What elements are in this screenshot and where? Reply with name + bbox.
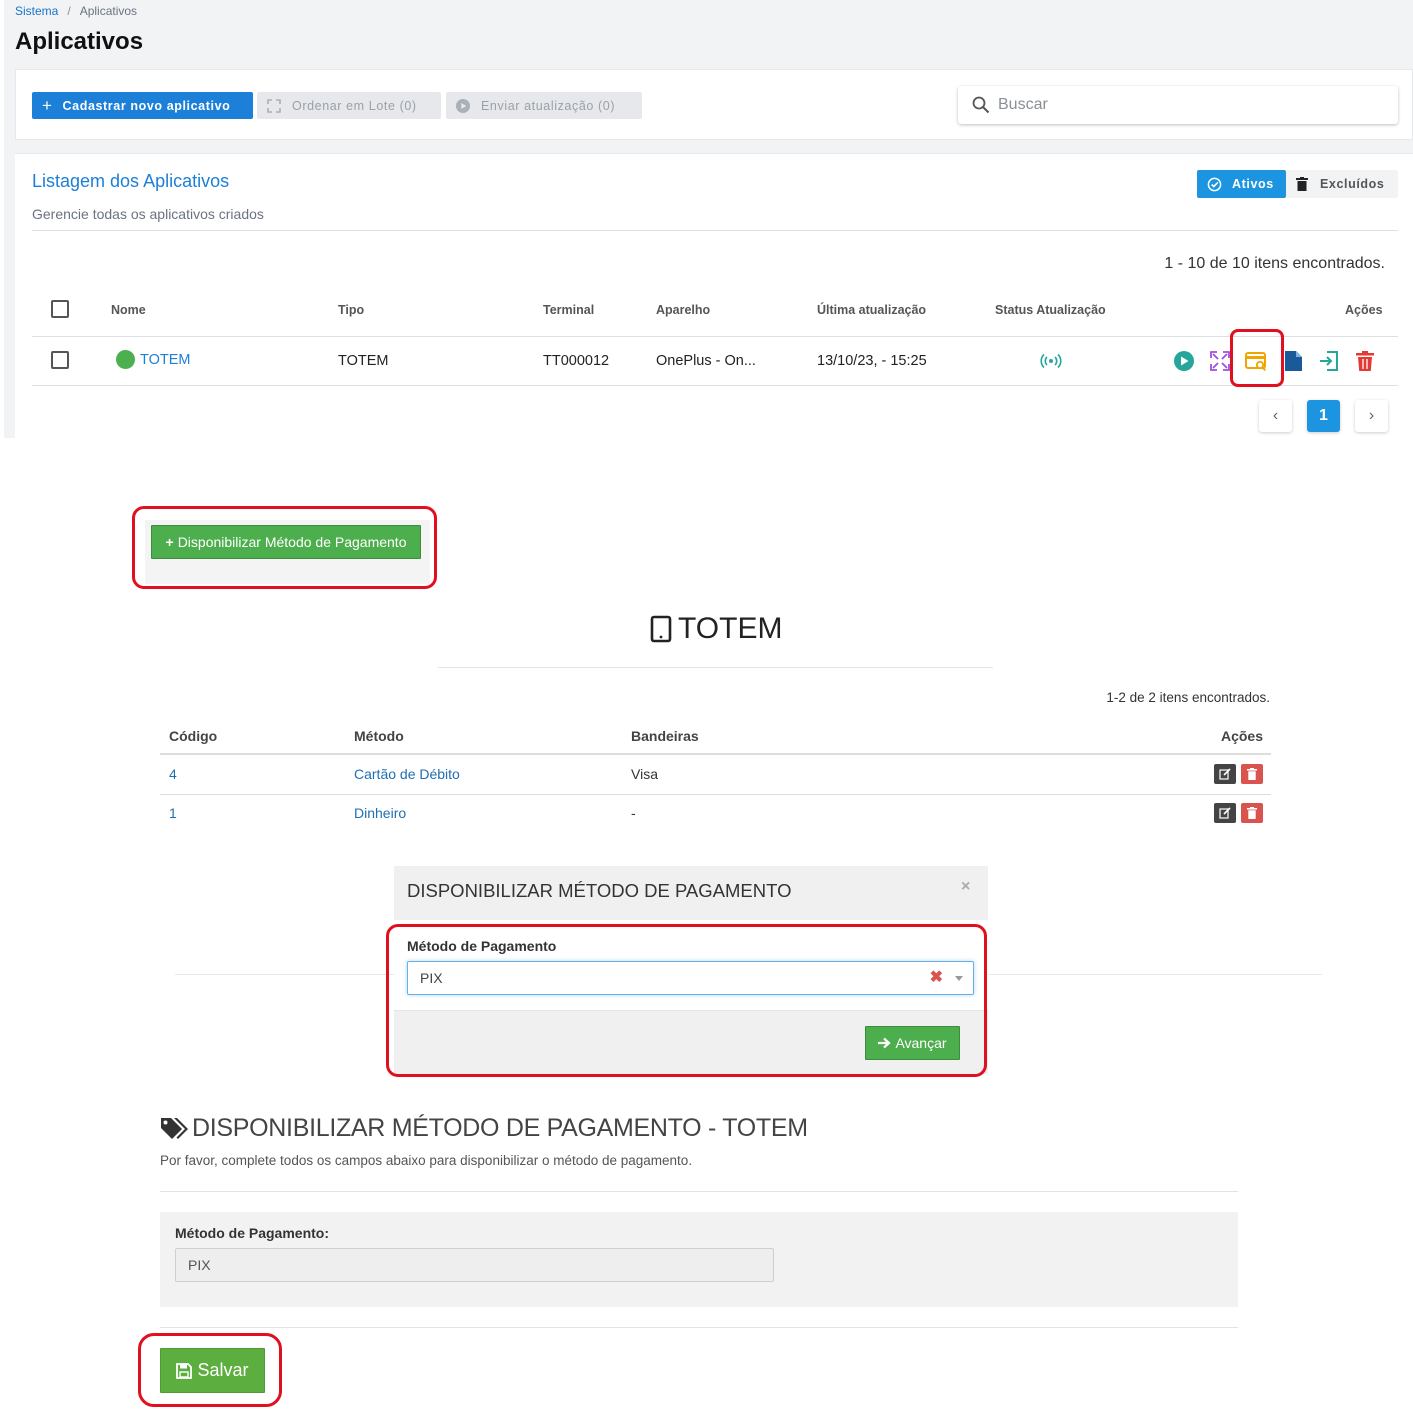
column-header-actions: Ações [1345, 303, 1383, 317]
breadcrumb-separator: / [67, 4, 71, 18]
search-input[interactable] [998, 96, 1378, 114]
divider [438, 667, 993, 668]
edit-icon [1219, 807, 1231, 819]
trash-icon [1247, 768, 1257, 780]
device-title-text: TOTEM [678, 612, 783, 645]
edit-icon [1219, 768, 1231, 780]
edit-button[interactable] [1214, 803, 1236, 823]
tablet-icon [650, 615, 672, 643]
divider [32, 230, 1398, 231]
trash-icon[interactable] [1354, 350, 1376, 372]
payment-flags: - [631, 805, 636, 821]
payment-method-link[interactable]: Dinheiro [354, 805, 406, 821]
broadcast-icon [1040, 353, 1062, 369]
send-update-label: Enviar atualização (0) [481, 98, 616, 113]
app-device: OnePlus - On... [656, 353, 756, 369]
table-divider [32, 336, 1398, 337]
table-divider [160, 794, 1271, 795]
column-header-device[interactable]: Aparelho [656, 303, 710, 317]
pagination-page-button[interactable]: 1 [1307, 400, 1340, 432]
payment-code-link[interactable]: 4 [169, 766, 177, 782]
new-app-label: Cadastrar novo aplicativo [62, 98, 231, 113]
expand-icon[interactable] [1209, 350, 1231, 372]
tab-active[interactable]: Ativos [1197, 170, 1286, 198]
column-header-type[interactable]: Tipo [338, 303, 364, 317]
app-name-link[interactable]: TOTEM [140, 352, 190, 368]
highlight-box [132, 506, 437, 589]
chevron-right-icon: › [1368, 407, 1375, 424]
column-header-actions: Ações [1220, 728, 1263, 744]
column-header-name[interactable]: Nome [111, 303, 146, 317]
column-header-method: Método [354, 728, 404, 744]
form-subtitle: Por favor, complete todos os campos abai… [160, 1153, 693, 1168]
column-header-last-update[interactable]: Última atualização [817, 303, 926, 317]
divider [160, 1191, 1238, 1192]
search-box [958, 86, 1398, 124]
payment-result-count: 1-2 de 2 itens encontrados. [1106, 690, 1270, 705]
plus-icon: + [42, 95, 53, 115]
table-divider [160, 753, 1271, 755]
page-title: Aplicativos [15, 28, 144, 55]
select-all-checkbox[interactable] [51, 300, 69, 318]
check-circle-icon [1207, 177, 1222, 191]
trash-icon [1247, 807, 1257, 819]
divider [175, 974, 395, 975]
tab-deleted[interactable]: Excluídos [1286, 170, 1398, 198]
app-type: TOTEM [338, 353, 389, 369]
app-last-update: 13/10/23, - 15:25 [817, 353, 927, 369]
login-icon[interactable] [1318, 350, 1340, 372]
delete-button[interactable] [1241, 764, 1263, 784]
modal-close-button[interactable]: × [961, 878, 970, 896]
column-header-terminal[interactable]: Terminal [543, 303, 594, 317]
form-field-label: Método de Pagamento: [175, 1225, 330, 1241]
batch-order-label: Ordenar em Lote (0) [292, 98, 417, 113]
app-list-screen: Sistema / Aplicativos Aplicativos + Cadast… [0, 0, 1413, 438]
form-title: DISPONIBILIZAR MÉTODO DE PAGAMENTO - TOT… [160, 1114, 808, 1143]
row-checkbox[interactable] [51, 351, 69, 369]
result-count: 1 - 10 de 10 itens encontrados. [1164, 255, 1385, 272]
highlight-box [1230, 329, 1284, 387]
breadcrumb-root[interactable]: Sistema [15, 4, 58, 18]
send-update-button[interactable]: Enviar atualização (0) [446, 92, 642, 119]
breadcrumb-current: Aplicativos [79, 4, 138, 18]
payment-code-link[interactable]: 1 [169, 805, 177, 821]
modal-title: DISPONIBILIZAR MÉTODO DE PAGAMENTO [407, 880, 792, 901]
listing-subtitle: Gerencie todas os aplicativos criados [32, 206, 264, 222]
divider [988, 974, 1322, 975]
new-app-button[interactable]: + Cadastrar novo aplicativo [32, 92, 253, 119]
divider [160, 1327, 1238, 1328]
play-circle-icon [456, 98, 470, 113]
breadcrumb: Sistema / Aplicativos [15, 4, 137, 18]
delete-button[interactable] [1241, 803, 1263, 823]
payment-method-link[interactable]: Cartão de Débito [354, 766, 460, 782]
chevron-left-icon: ‹ [1272, 407, 1279, 424]
tab-active-label: Ativos [1232, 177, 1274, 191]
column-header-flags: Bandeiras [631, 728, 699, 744]
pagination-prev-button[interactable]: ‹ [1259, 400, 1292, 432]
trash-icon [1296, 177, 1308, 191]
form-title-text: DISPONIBILIZAR MÉTODO DE PAGAMENTO - TOT… [192, 1114, 808, 1142]
listing-title: Listagem dos Aplicativos [32, 171, 230, 191]
send-icon[interactable] [1173, 350, 1195, 372]
column-header-update-status[interactable]: Status Atualização [995, 303, 1106, 317]
highlight-box [138, 1333, 282, 1407]
column-header-code: Código [169, 728, 218, 744]
edit-button[interactable] [1214, 764, 1236, 784]
highlight-box [386, 924, 987, 1077]
tab-deleted-label: Excluídos [1320, 177, 1385, 191]
expand-icon [267, 98, 281, 113]
app-terminal: TT000012 [543, 353, 610, 369]
search-icon [972, 96, 990, 114]
payment-flags: Visa [631, 766, 658, 782]
device-title: TOTEM [650, 612, 782, 646]
pagination-next-button[interactable]: › [1355, 400, 1388, 432]
batch-order-button[interactable]: Ordenar em Lote (0) [257, 92, 441, 119]
online-status-dot [116, 350, 135, 369]
tags-icon [161, 1117, 188, 1139]
payment-method-field[interactable] [175, 1248, 774, 1282]
table-divider [32, 385, 1398, 386]
document-icon[interactable] [1282, 350, 1304, 372]
